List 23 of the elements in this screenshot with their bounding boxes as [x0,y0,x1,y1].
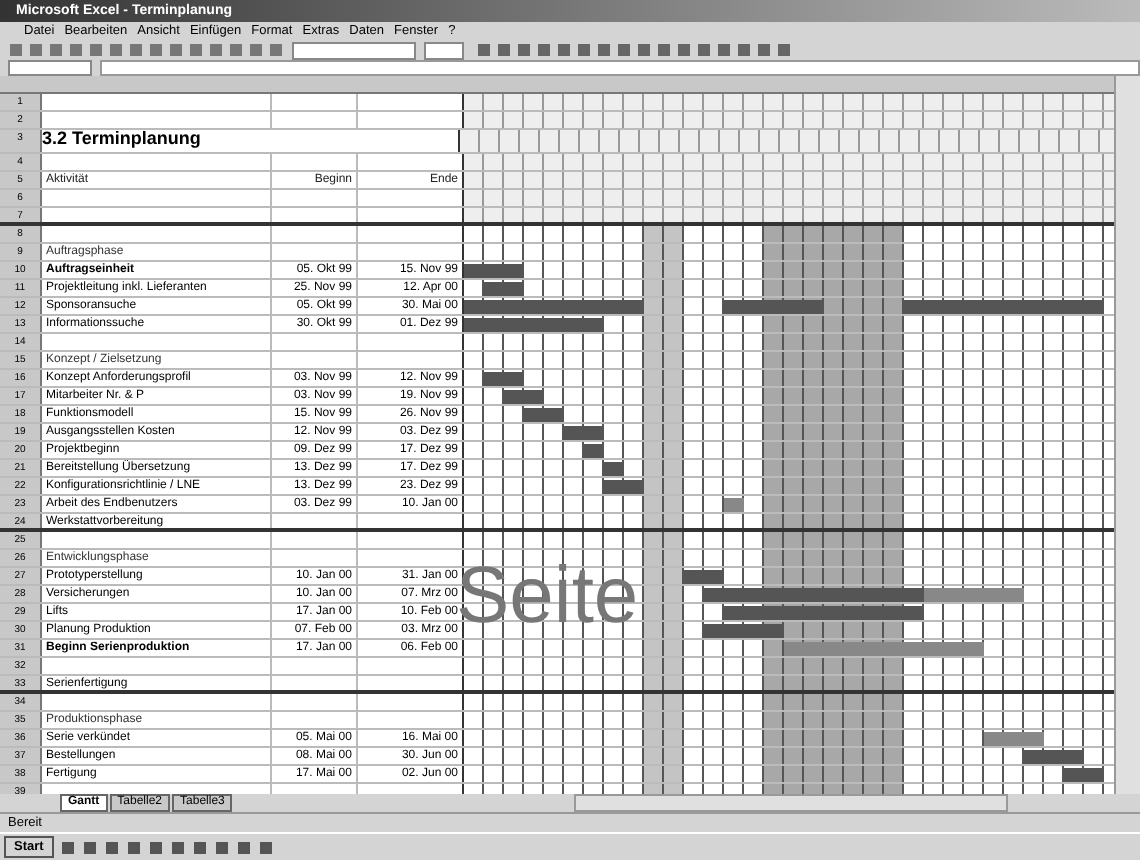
gantt-bar [684,570,724,584]
name-box[interactable] [8,60,92,76]
gantt-bar [724,300,824,314]
gantt-bar [1064,768,1104,782]
gantt-bar [724,498,744,512]
gantt-bar [564,426,604,440]
gantt-bar [464,264,524,278]
gantt-bar [604,480,644,494]
gantt-bar [984,732,1044,746]
gantt-bar [704,624,784,638]
vertical-scrollbar[interactable] [1114,76,1140,794]
gantt-bar [1024,750,1084,764]
gantt-bar [604,462,624,476]
gantt-bar [504,390,544,404]
font-field[interactable] [292,41,416,59]
gantt-bar [524,408,564,422]
font-size-field[interactable] [424,41,464,59]
horizontal-scrollbar[interactable] [574,794,1009,812]
gantt-bar [584,444,604,458]
gantt-bar [464,318,604,332]
gantt-bar [484,282,524,296]
formula-field[interactable] [100,60,1140,76]
gantt-bar [484,372,524,386]
